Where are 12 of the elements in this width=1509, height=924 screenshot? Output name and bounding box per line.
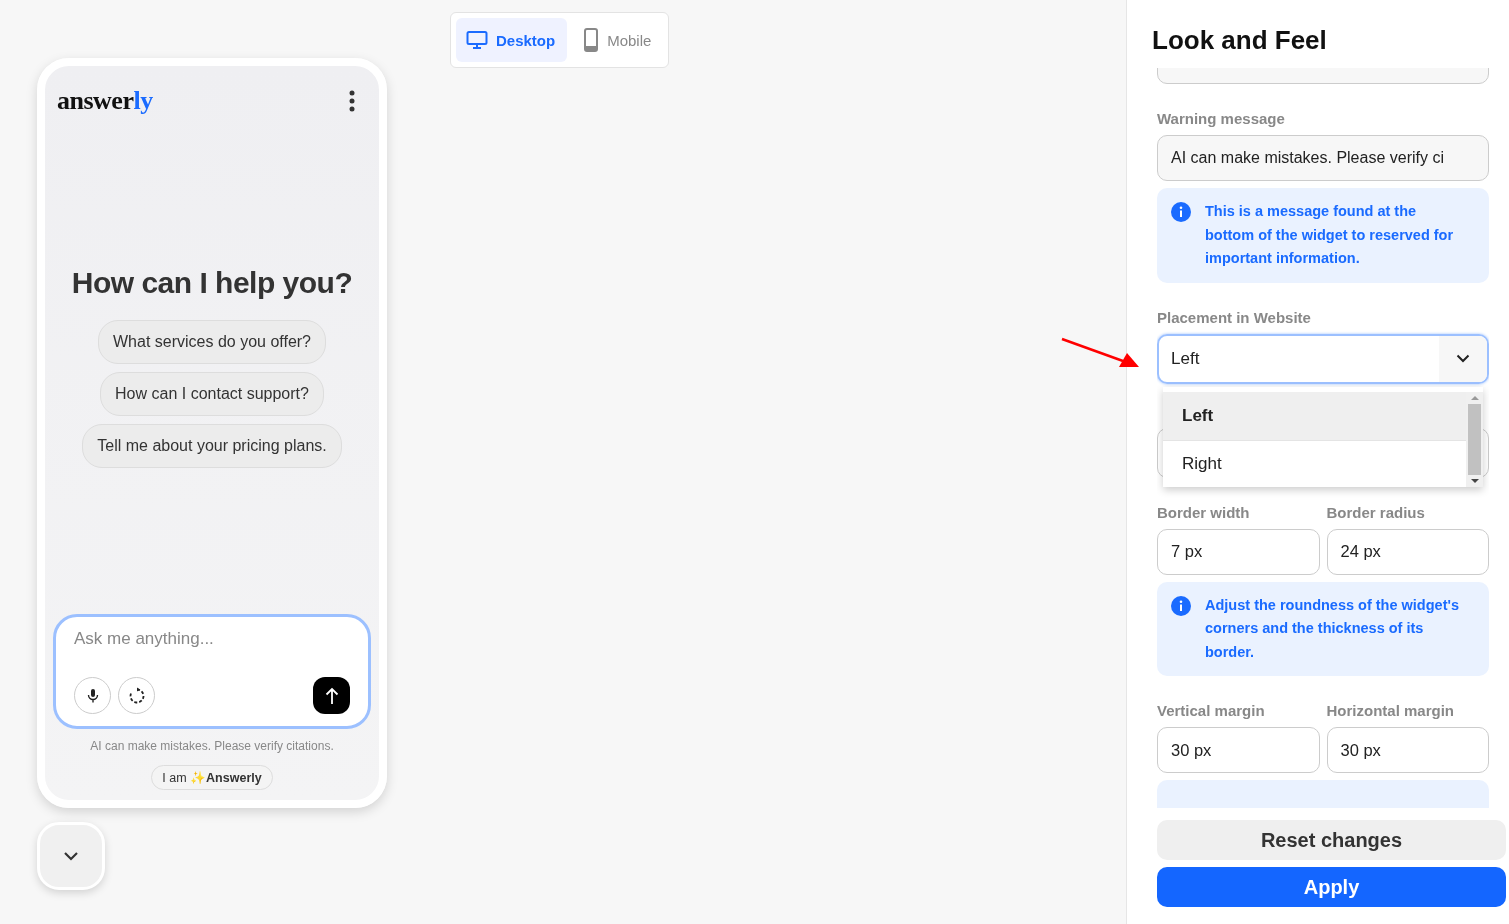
panel-title: Look and Feel [1152, 25, 1328, 56]
field-label: Horizontal margin [1326, 702, 1455, 719]
info-text: Adjust the roundness of the widget's corners and the thickness of its border. [1205, 595, 1460, 662]
field-label: Border width [1157, 503, 1251, 521]
welcome-heading: How can I help you? [71, 266, 353, 300]
field-label: Warning message [1157, 110, 1286, 127]
field-label: Placement in Website [1157, 308, 1312, 326]
field-label: Border radius [1326, 503, 1426, 521]
logo: answerly [57, 86, 153, 116]
field-label: Vertical margin [1157, 702, 1266, 719]
info-text: This is a message found at the bottom of the widget to reserved for important information. [1205, 202, 1455, 268]
disclaimer-text: AI can make mistakes. Please verify citations. [89, 739, 335, 753]
